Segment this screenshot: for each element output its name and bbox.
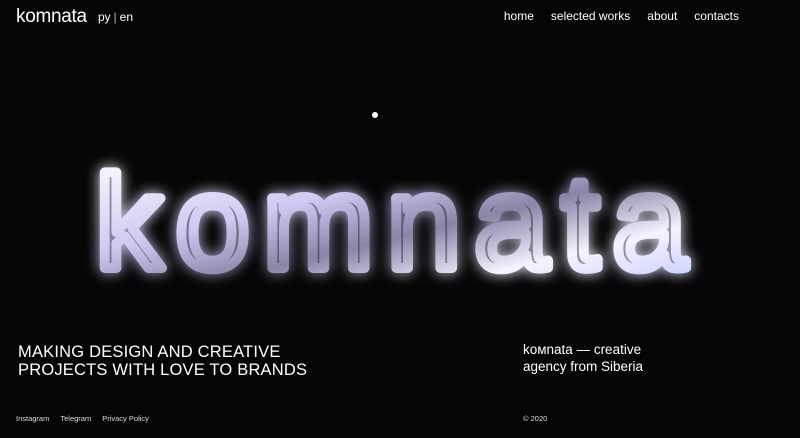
main-nav: home selected works about contacts [504,9,739,23]
agency-line-2: agency from Siberia [523,359,644,374]
hero-tagline-line-2: PROJECTS WITH LOVE TO BRANDS [18,361,308,379]
hero-tagline: MAKING DESIGN AND CREATIVE PROJECTS WITH… [18,343,307,379]
hero-tagline-line-1: MAKING DESIGN AND CREATIVE [18,343,281,361]
nav-home[interactable]: home [504,9,534,23]
nav-about[interactable]: about [647,9,677,23]
copyright: © 2020 [523,414,548,423]
lang-en[interactable]: en [120,10,133,24]
agency-description: kомnata — creative agency from Siberia [523,341,643,375]
cursor-dot [372,112,378,118]
link-privacy-policy[interactable]: Privacy Policy [102,414,149,423]
link-instagram[interactable]: Instagram [16,414,49,423]
lang-separator: | [113,10,117,24]
agency-line-1: kомnata — creative [523,342,642,357]
social-links: Instagram Telegram Privacy Policy [16,414,149,423]
language-switcher: ру | en [98,10,133,24]
nav-selected-works[interactable]: selected works [551,9,630,23]
hero-3d-logo-text: komnata [96,149,700,296]
site-logo[interactable]: komnata [16,6,87,28]
hero-3d-logo: komnata [0,140,800,310]
hero-3d-logo-svg: komnata [91,144,700,301]
link-telegram[interactable]: Telegram [60,414,91,423]
lang-ru[interactable]: ру [98,10,111,24]
nav-contacts[interactable]: contacts [694,9,739,23]
